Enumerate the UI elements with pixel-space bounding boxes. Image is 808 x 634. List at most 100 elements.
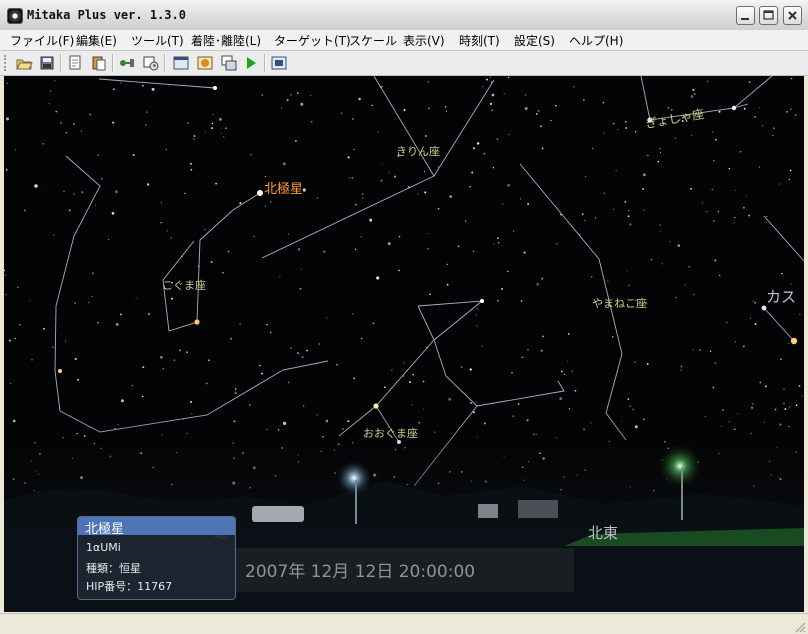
star [290,93,292,96]
star [486,78,488,81]
star [18,324,21,326]
fullscreen-button[interactable] [270,54,288,72]
star [234,388,237,390]
info-type: 種類：恒星 [86,562,141,575]
star [212,82,214,84]
menu-time[interactable]: 時刻(T) [459,32,500,49]
star [594,217,597,219]
star [607,280,609,282]
star [5,294,7,296]
star [205,382,208,385]
menu-target[interactable]: ターゲット(T) [274,32,351,49]
menu-tool[interactable]: ツール(T) [131,32,184,49]
green-light [658,444,702,488]
minimize-button[interactable] [736,6,755,25]
star [239,323,241,325]
label-lynx: やまねこ座 [592,297,647,310]
star [264,205,267,207]
landscape-button[interactable] [196,54,214,72]
star [14,149,17,151]
star [144,124,147,126]
star [380,179,383,182]
paste-button[interactable] [90,54,108,72]
star [733,222,735,224]
star [424,170,426,173]
star [542,335,544,338]
star [428,107,430,110]
star [360,236,362,238]
star [718,274,721,277]
star [669,241,671,243]
star [574,390,577,392]
star [675,296,677,299]
star [192,138,195,140]
star [642,188,645,191]
star [429,293,431,296]
star [713,220,715,222]
star [74,302,76,304]
star [112,88,115,91]
fullscreen-icon [271,56,287,70]
star [739,150,742,153]
star [602,101,605,104]
star [582,99,585,101]
star [540,277,544,280]
star [411,404,413,406]
star [714,259,717,262]
open-button[interactable] [15,54,33,72]
star [377,131,379,133]
star [571,370,573,372]
menu-file[interactable]: ファイル(F) [10,32,74,49]
star [772,127,775,130]
save-button[interactable] [38,54,56,72]
star [592,147,594,149]
star [437,207,440,210]
star [627,215,630,218]
star [65,132,67,134]
menu-settings[interactable]: 設定(S) [514,32,555,49]
star [523,251,526,254]
star [142,84,144,87]
star [91,296,93,298]
star [471,171,474,174]
title-bar[interactable]: Mitaka Plus ver. 1.3.0 [0,0,808,31]
menu-view[interactable]: 表示(V) [403,32,445,49]
star [472,250,475,252]
window-icon [173,56,189,70]
close-button[interactable] [783,6,802,25]
window-button[interactable] [172,54,190,72]
star [798,385,801,387]
star-map-viewport[interactable]: きりん座 ぎょしゃ座 こぐま座 やまねこ座 おおぐま座 北極星 カス 北 北東 … [4,76,804,612]
star [9,382,12,385]
target-link-button[interactable] [118,54,136,72]
resize-grip-icon[interactable] [794,621,806,633]
view-switch-button[interactable] [220,54,238,72]
menu-edit[interactable]: 編集(E) [76,32,117,49]
play-icon [247,57,256,69]
menu-landing[interactable]: 着陸･離陸(L) [191,32,261,49]
star [524,94,527,96]
maximize-button[interactable] [759,6,778,25]
menu-bar: ファイル(F) 編集(E) ツール(T) 着陸･離陸(L) ターゲット(T) ス… [0,30,808,51]
star [326,317,328,319]
star [111,211,115,215]
toolbar-grip[interactable] [4,55,8,71]
star [393,175,396,178]
star [73,123,75,125]
polaris-label[interactable]: 北極星 [264,178,303,197]
star [513,230,515,232]
polaris-star[interactable] [257,190,263,196]
copy-button[interactable] [66,54,84,72]
star [786,110,788,113]
star [14,337,16,340]
star [55,110,58,113]
menu-scale[interactable]: スケール [349,32,397,49]
star [248,404,251,406]
star [398,269,400,272]
star [146,111,148,113]
target-settings-button[interactable] [142,54,160,72]
play-button[interactable] [242,54,260,72]
star [306,349,308,352]
star [560,370,563,373]
menu-help[interactable]: ヘルプ(H) [569,32,623,49]
